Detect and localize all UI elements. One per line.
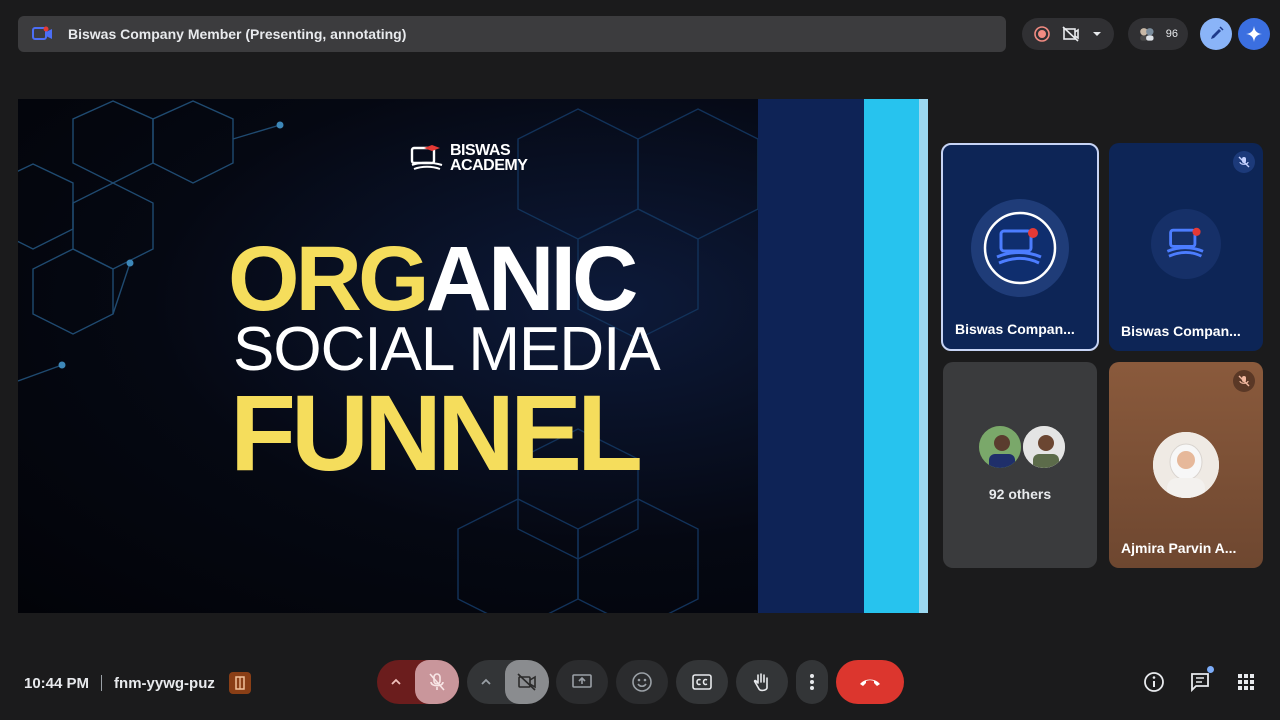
slide-heading-funnel: FUNNEL [230, 372, 643, 493]
end-call-icon [860, 679, 880, 686]
others-tile[interactable]: 92 others [943, 362, 1097, 568]
present-control [556, 660, 608, 704]
video-options-button[interactable] [467, 660, 505, 704]
reactions-button[interactable] [616, 660, 668, 704]
people-icon [1140, 28, 1154, 41]
gemini-button[interactable] [1238, 18, 1270, 50]
chevron-down-icon[interactable] [1092, 30, 1102, 38]
meeting-details-button[interactable] [1142, 670, 1166, 694]
host-controls-icon [235, 676, 245, 690]
brand-line-1: BISWAS [450, 142, 511, 159]
company-avatar-icon [1166, 227, 1204, 258]
participant-tile[interactable]: Biswas Compan... [1109, 143, 1263, 351]
chevron-up-icon [481, 678, 491, 685]
others-count: 92 others [988, 486, 1052, 502]
more-options-control [796, 660, 828, 704]
participant-name: Ajmira Parvin A... [1121, 540, 1237, 556]
camera-control-group [467, 660, 549, 704]
avatar [977, 424, 1023, 470]
avatar [971, 199, 1069, 297]
clock-time: 10:44 PM [24, 674, 90, 692]
participant-name: Biswas Compan... [955, 321, 1075, 337]
unread-badge [1207, 666, 1214, 673]
mic-toggle-button[interactable] [415, 660, 459, 704]
captions-icon [692, 674, 712, 690]
divider [101, 675, 103, 691]
mic-off-icon [1233, 151, 1255, 173]
meeting-title-bar: Biswas Company Member (Presenting, annot… [18, 16, 1006, 52]
slide-band-navy [758, 99, 864, 613]
apps-grid-icon [1238, 674, 1254, 690]
meet-logo-icon [32, 26, 52, 40]
participants-button[interactable]: 96 [1128, 18, 1188, 50]
host-controls-button[interactable] [228, 672, 251, 694]
mic-off-icon [1233, 370, 1255, 392]
leave-call-button[interactable] [836, 660, 904, 704]
raise-hand-icon [753, 673, 768, 692]
chevron-up-icon [391, 678, 401, 685]
avatar [1153, 432, 1219, 498]
others-avatars [977, 424, 1067, 472]
audio-options-button[interactable] [377, 660, 415, 704]
slide-band-pale [919, 99, 928, 613]
mic-control-group [377, 660, 459, 704]
slide-heading-organic: ORGANIC [228, 231, 638, 327]
raise-hand-control [736, 660, 788, 704]
camera-off-icon [517, 673, 536, 691]
meeting-code[interactable]: fnm-yywg-puz [114, 675, 215, 692]
recording-controls[interactable] [1022, 18, 1114, 50]
raise-hand-button[interactable] [736, 660, 788, 704]
record-icon[interactable] [1034, 26, 1050, 42]
mic-split-button [377, 660, 459, 704]
academy-logo-icon [410, 145, 443, 170]
annotate-button[interactable] [1200, 18, 1232, 50]
chat-button[interactable] [1188, 666, 1214, 694]
chat-icon [1191, 673, 1209, 693]
activities-button[interactable] [1234, 670, 1258, 694]
reactions-control [616, 660, 668, 704]
pen-icon [1211, 26, 1224, 39]
leave-control [836, 660, 904, 704]
camera-split-button [467, 660, 549, 704]
present-icon [572, 674, 592, 688]
more-options-button[interactable] [796, 660, 828, 704]
mic-off-icon [429, 673, 445, 691]
top-right-controls: 96 [1022, 17, 1270, 51]
participant-count: 96 [1165, 28, 1178, 40]
brand-line-2: ACADEMY [450, 157, 528, 174]
no-video-pin-icon[interactable] [1062, 26, 1080, 42]
camera-toggle-button[interactable] [505, 660, 549, 704]
meeting-info: 10:44 PM fnm-yywg-puz [24, 670, 251, 696]
captions-button[interactable] [676, 660, 728, 704]
gemini-icon [1246, 26, 1262, 42]
slide-band-cyan [864, 99, 919, 613]
meeting-title: Biswas Company Member (Presenting, annot… [68, 26, 407, 42]
biswas-academy-logo: BISWAS ACADEMY [410, 142, 528, 174]
participant-name: Biswas Compan... [1121, 323, 1241, 339]
avatar [1021, 424, 1067, 470]
present-button[interactable] [556, 660, 608, 704]
company-avatar-icon [983, 211, 1057, 285]
side-panel-controls [1142, 666, 1258, 694]
participant-tile[interactable]: Biswas Compan... [941, 143, 1099, 351]
more-icon [810, 674, 814, 690]
avatar [1151, 209, 1221, 279]
captions-control [676, 660, 728, 704]
info-icon [1144, 672, 1164, 692]
presentation-stage: BISWAS ACADEMY ORGANIC SOCIAL MEDIA FUNN… [18, 99, 928, 613]
emoji-icon [632, 672, 652, 692]
participant-tile[interactable]: Ajmira Parvin A... [1109, 362, 1263, 568]
